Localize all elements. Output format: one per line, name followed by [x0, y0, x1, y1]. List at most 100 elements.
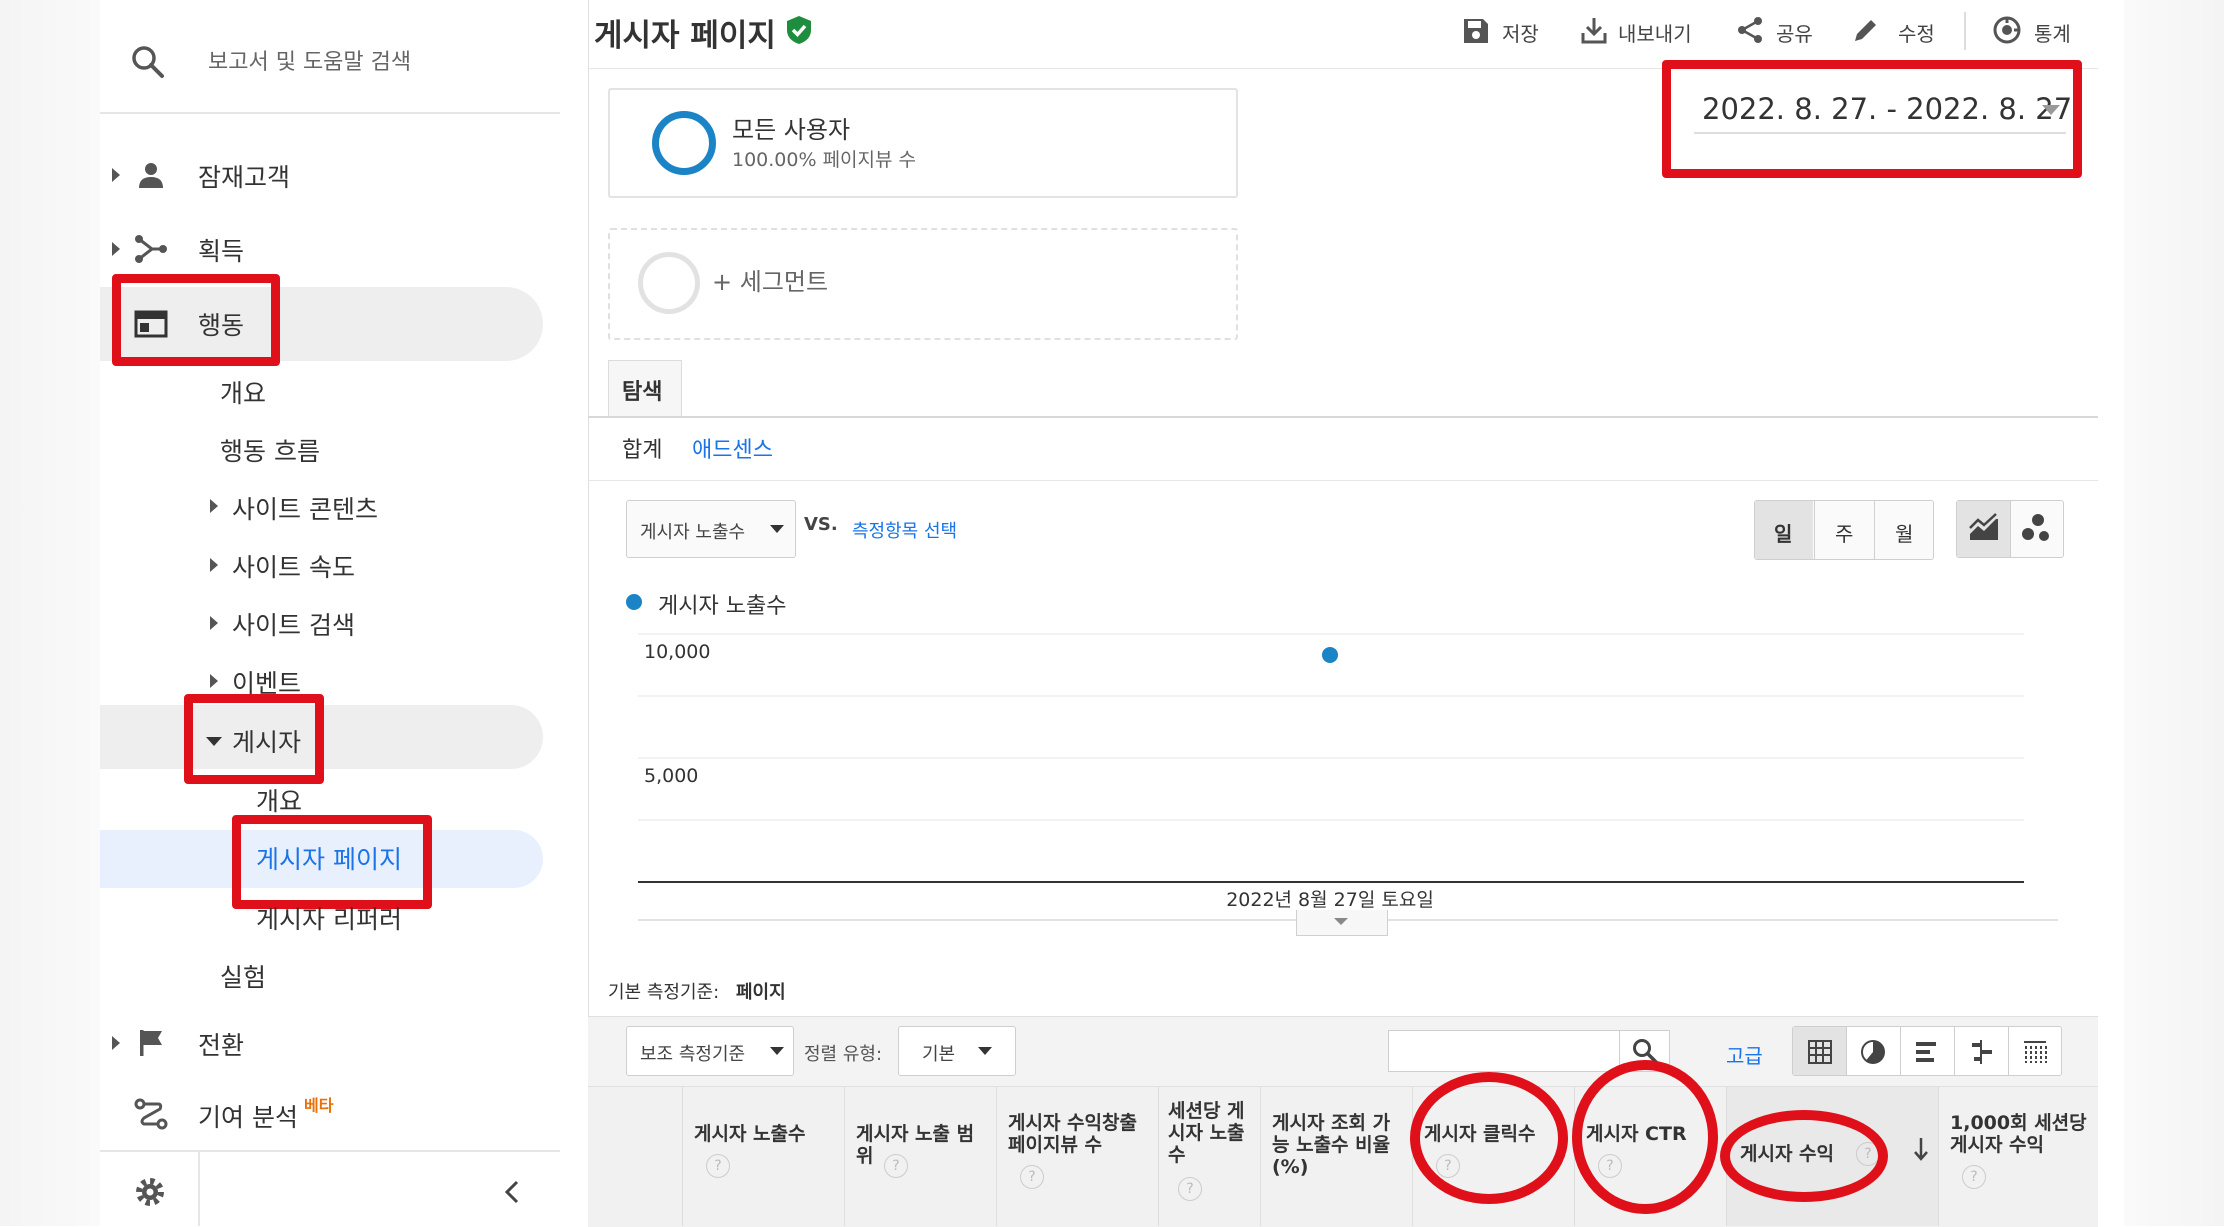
period-week-label: 주	[1835, 522, 1854, 546]
insights-button[interactable]: 통계	[2034, 18, 2071, 47]
chevron-down-icon	[770, 525, 784, 533]
column-header-impressions[interactable]: 게시자 노출수	[694, 1123, 834, 1145]
chevron-down-icon	[1334, 918, 1348, 925]
help-icon[interactable]: ?	[884, 1154, 908, 1178]
pivot-icon	[2022, 1039, 2048, 1065]
subtab-line	[588, 480, 2098, 481]
sidebar-item-site-speed[interactable]: 사이트 속도	[232, 548, 355, 584]
y-tick-label: 10,000	[644, 641, 710, 663]
help-icon[interactable]: ?	[1178, 1177, 1202, 1201]
segment-name: 모든 사용자	[732, 116, 851, 144]
export-icon[interactable]	[1580, 16, 1608, 44]
divider	[100, 1150, 560, 1152]
annotation-ellipse	[1720, 1110, 1888, 1202]
period-day-label: 일	[1774, 522, 1793, 546]
select-metric-link[interactable]: 측정항목 선택	[852, 517, 957, 543]
column-divider	[1260, 1086, 1261, 1226]
person-icon	[136, 160, 166, 190]
gear-icon[interactable]	[134, 1176, 166, 1208]
column-header-coverage[interactable]: 게시자 노출 범위	[856, 1123, 986, 1167]
segment-ring-icon	[652, 111, 716, 175]
metric-dropdown-label: 게시자 노출수	[640, 522, 746, 543]
secondary-dimension-label: 보조 측정기준	[640, 1044, 746, 1065]
column-divider	[1938, 1086, 1939, 1226]
add-segment-ring-icon	[638, 252, 700, 314]
sidebar-item-behavior-flow[interactable]: 행동 흐름	[220, 432, 320, 468]
sidebar-item-audience[interactable]: 잠재고객	[198, 158, 290, 194]
primary-dimension-label: 기본 측정기준:	[608, 982, 720, 1003]
sidebar-item-behavior-overview[interactable]: 개요	[220, 374, 266, 410]
sidebar-item-site-search[interactable]: 사이트 검색	[232, 606, 355, 642]
x-tick-label: 2022년 8월 27일 토요일	[1226, 889, 1434, 911]
beta-badge: 베타	[304, 1096, 334, 1115]
right-margin	[2124, 0, 2224, 1226]
subtab-adsense[interactable]: 애드센스	[692, 432, 773, 464]
save-button[interactable]: 저장	[1502, 18, 1539, 47]
main-panel: 게시자 페이지 저장 내보내기 공유 수정 통계 모든 사용자 100.00% …	[588, 0, 2098, 1227]
sort-descending-icon[interactable]	[1912, 1136, 1930, 1162]
add-segment-card[interactable]	[608, 228, 1238, 340]
chart: 10,000 5,000 2022년 8월 27일 토요일	[638, 633, 2058, 921]
column-header-viewable-rate[interactable]: 게시자 조회 가능 노출수 비율 (%)	[1272, 1112, 1402, 1178]
column-header-impressions-per-session[interactable]: 세션당 게시자 노출수	[1168, 1100, 1248, 1166]
line-chart-icon	[1968, 512, 2000, 544]
expand-caret[interactable]	[210, 674, 218, 688]
vs-label: VS.	[804, 514, 838, 535]
sort-type-value: 기본	[922, 1044, 956, 1065]
search-icon[interactable]	[130, 44, 166, 80]
share-button[interactable]: 공유	[1776, 18, 1813, 47]
verified-icon	[784, 14, 814, 46]
column-divider	[682, 1086, 683, 1226]
sidebar-item-site-content[interactable]: 사이트 콘텐츠	[232, 490, 378, 526]
expand-caret[interactable]	[210, 499, 218, 513]
annotation-ellipse	[1410, 1072, 1568, 1204]
help-icon[interactable]: ?	[1020, 1165, 1044, 1189]
tab-bar-line	[588, 416, 2098, 418]
help-icon[interactable]: ?	[706, 1154, 730, 1178]
sort-type-label: 정렬 유형:	[804, 1044, 883, 1065]
left-margin	[0, 0, 100, 1226]
comparison-icon	[1968, 1039, 1994, 1065]
expand-caret[interactable]	[112, 1036, 120, 1050]
save-icon[interactable]	[1462, 17, 1490, 45]
share-icon[interactable]	[1736, 16, 1764, 44]
sort-type-dropdown[interactable]	[898, 1026, 1016, 1076]
vertical-divider	[198, 1152, 200, 1226]
sidebar-item-conversions[interactable]: 전환	[198, 1026, 244, 1062]
annotation-box	[112, 274, 280, 366]
export-button[interactable]: 내보내기	[1618, 18, 1692, 47]
divider	[100, 112, 560, 114]
collapse-sidebar-icon[interactable]	[502, 1180, 522, 1204]
sidebar-item-experiments[interactable]: 실험	[220, 958, 266, 994]
edit-button[interactable]: 수정	[1898, 18, 1935, 47]
edit-icon[interactable]	[1852, 16, 1880, 44]
pie-chart-icon	[1860, 1039, 1886, 1065]
table-search-input[interactable]	[1388, 1030, 1620, 1072]
legend-dot	[626, 594, 642, 610]
subtab-summary[interactable]: 합계	[622, 432, 662, 464]
advanced-filter-link[interactable]: 고급	[1726, 1040, 1763, 1069]
chevron-down-icon	[770, 1047, 784, 1055]
expand-caret[interactable]	[210, 558, 218, 572]
help-icon[interactable]: ?	[1962, 1165, 1986, 1189]
insights-icon[interactable]	[1992, 15, 2022, 45]
expand-caret[interactable]	[112, 242, 120, 256]
add-segment-button[interactable]: + 세그먼트	[712, 262, 828, 297]
header-divider	[1964, 12, 1966, 50]
period-month-label: 월	[1895, 522, 1914, 546]
expand-caret[interactable]	[112, 168, 120, 182]
flag-icon	[138, 1028, 166, 1058]
primary-dimension-value[interactable]: 페이지	[736, 978, 786, 1004]
sidebar-item-acquisition[interactable]: 획득	[198, 232, 244, 268]
column-divider	[844, 1086, 845, 1226]
sidebar-item-publisher-overview[interactable]: 개요	[256, 782, 302, 818]
search-input[interactable]: 보고서 및 도움말 검색	[208, 44, 411, 76]
column-divider	[996, 1086, 997, 1226]
sidebar-item-attribution[interactable]: 기여 분석	[198, 1098, 298, 1134]
column-header-monetized-pageviews[interactable]: 게시자 수익창출 페이지뷰 수	[1008, 1112, 1148, 1156]
chevron-down-icon	[978, 1047, 992, 1055]
column-header-revenue-per-1000-sessions[interactable]: 1,000회 세션당 게시자 수익	[1950, 1112, 2090, 1156]
sidebar: 보고서 및 도움말 검색 잠재고객 획득 행동 개요 행동 흐름 사이트 콘텐츠…	[100, 0, 570, 1226]
expand-caret[interactable]	[210, 616, 218, 630]
sidebar-item-publisher-referrers[interactable]: 게시자 리퍼러	[256, 900, 402, 936]
